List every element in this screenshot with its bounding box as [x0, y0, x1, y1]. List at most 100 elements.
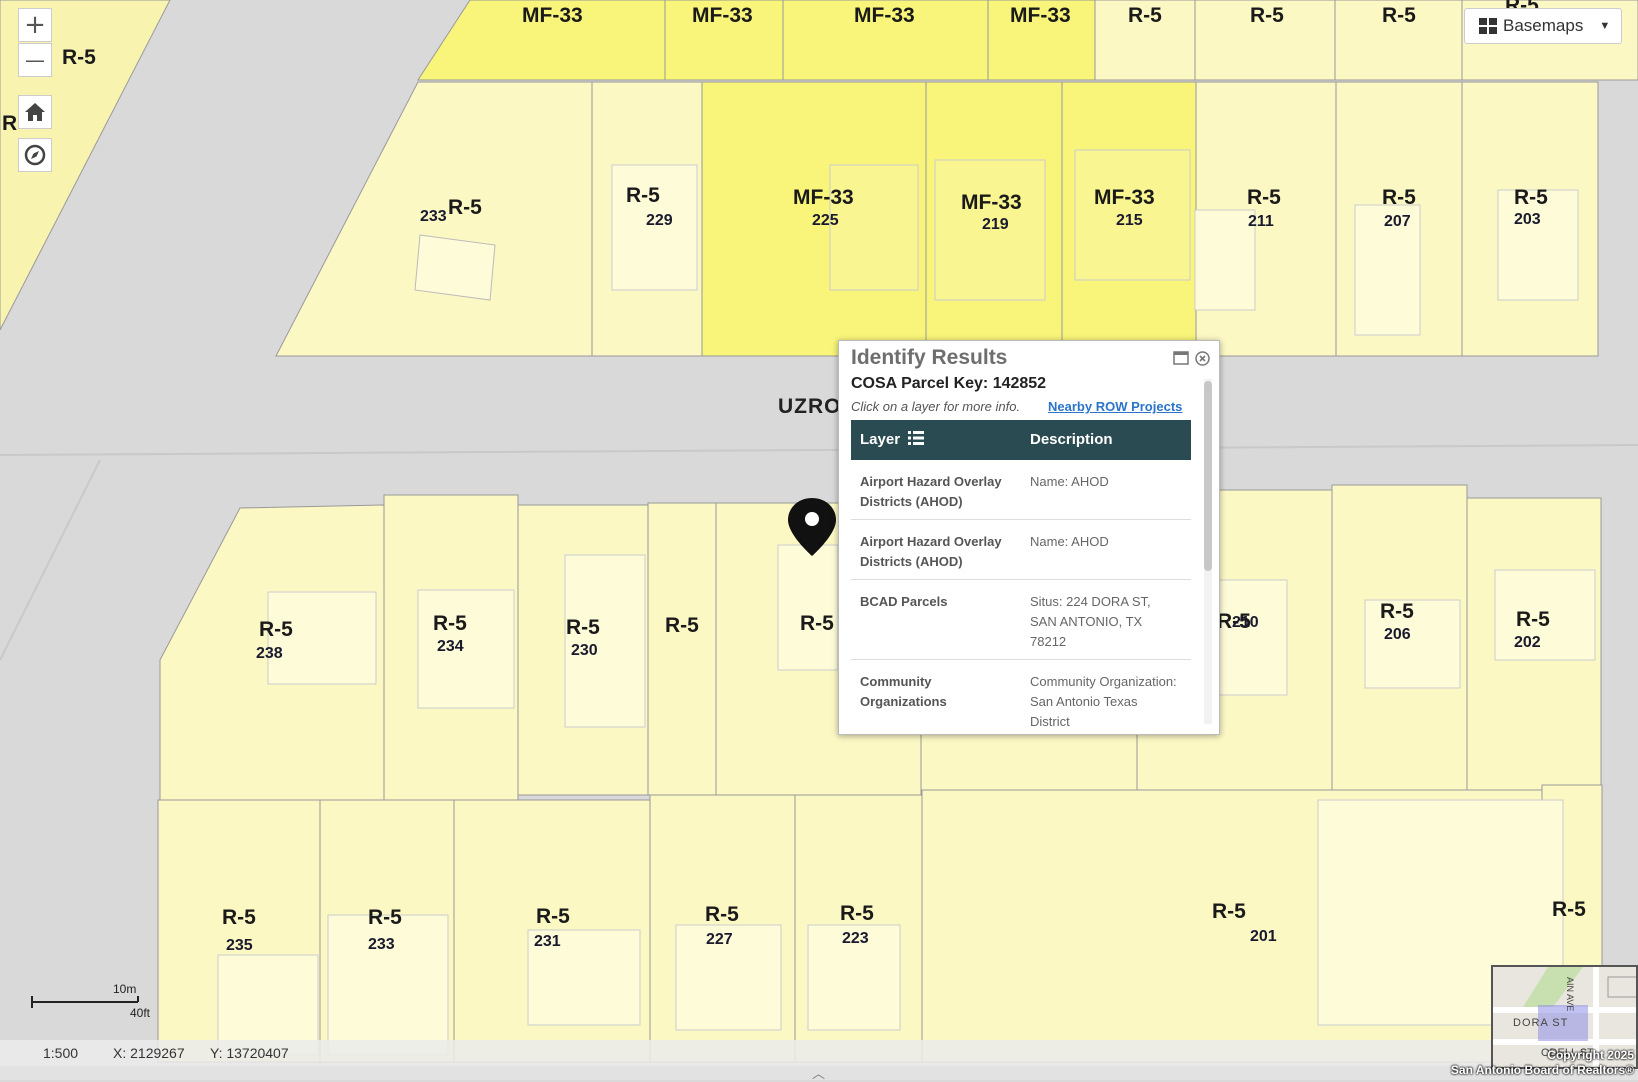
- popup-scrollbar-thumb[interactable]: [1204, 381, 1212, 571]
- description-column-header: Description: [1030, 431, 1113, 448]
- parcel-address-label: 229: [646, 212, 673, 229]
- overview-street-3: AIN AVE: [1565, 977, 1575, 1012]
- row-description: Community Organization: San Antonio Texa…: [1030, 674, 1177, 729]
- map-scale-readout: 1:500: [43, 1045, 79, 1061]
- zoning-label: MF-33: [692, 4, 753, 27]
- locate-button[interactable]: [18, 138, 52, 172]
- parcel-address-label: 227: [706, 931, 733, 948]
- home-icon: [25, 103, 45, 121]
- table-row[interactable]: Airport Hazard Overlay Districts (AHOD) …: [851, 520, 1191, 580]
- grid-icon: [1479, 18, 1497, 34]
- zoning-label: R-5: [1382, 4, 1416, 27]
- parcel-address-label: 215: [1116, 212, 1143, 229]
- row-description: Name: AHOD: [1030, 474, 1109, 489]
- copyright-notice: Copyright 2025 San Antonio Board of Real…: [1451, 1048, 1634, 1078]
- zoning-label: R-5: [259, 618, 293, 641]
- parcel-address-label: 202: [1514, 634, 1541, 651]
- parcel-address-label: 234: [437, 638, 464, 655]
- table-row[interactable]: Community Organizations Community Organi…: [851, 660, 1191, 734]
- zoning-label: MF-33: [522, 4, 583, 27]
- row-layer: BCAD Parcels: [860, 594, 948, 609]
- zoning-label: R-5: [626, 184, 660, 207]
- parcel-key: COSA Parcel Key: 142852: [851, 375, 1047, 392]
- zoning-label: MF-33: [961, 191, 1022, 214]
- parcel-address-label: 207: [1384, 213, 1411, 230]
- parcel-address-label: 235: [226, 937, 253, 954]
- table-row[interactable]: Airport Hazard Overlay Districts (AHOD) …: [851, 460, 1191, 520]
- zoning-label: R-5: [222, 906, 256, 929]
- maximize-icon[interactable]: [1173, 351, 1189, 368]
- row-layer: Airport Hazard Overlay Districts (AHOD): [860, 474, 1002, 509]
- zoning-label: R-5: [1247, 186, 1281, 209]
- scale-metric: 10m: [113, 982, 137, 996]
- zoning-label: R-5: [1380, 600, 1414, 623]
- zoom-out-button[interactable]: —: [18, 43, 52, 77]
- zoning-label: R-5: [1128, 4, 1162, 27]
- home-button[interactable]: [18, 95, 52, 129]
- zoning-label: R-5: [705, 903, 739, 926]
- zoning-label: R: [2, 112, 18, 135]
- parcel-address-label: 238: [256, 645, 283, 662]
- results-table-header: Layer Description: [851, 420, 1191, 460]
- basemaps-dropdown[interactable]: Basemaps ▼: [1464, 8, 1622, 44]
- zoning-label: MF-33: [1010, 4, 1071, 27]
- zoning-label: MF-33: [793, 186, 854, 209]
- popup-title: Identify Results: [851, 346, 1008, 369]
- layer-column-header: Layer: [860, 431, 901, 448]
- zoning-label: R-5: [1514, 186, 1548, 209]
- row-layer: Airport Hazard Overlay Districts (AHOD): [860, 534, 1002, 569]
- zoning-label: R-5: [1212, 900, 1246, 923]
- parcel-address-label: 219: [982, 216, 1009, 233]
- zoning-label: MF-33: [854, 4, 915, 27]
- zoning-label: R-5: [1382, 186, 1416, 209]
- zoning-label: R-5: [840, 902, 874, 925]
- zoom-in-button[interactable]: +: [18, 8, 52, 42]
- zoning-label: MF-33: [1094, 186, 1155, 209]
- overview-street-1: DORA ST: [1513, 1017, 1569, 1029]
- caret-down-icon: ▼: [1599, 20, 1611, 32]
- street-label: UZRO: [778, 395, 842, 418]
- close-icon[interactable]: [1195, 351, 1210, 369]
- list-icon: [908, 431, 924, 449]
- parcel-address-label: 203: [1514, 211, 1541, 228]
- nearby-row-projects-link[interactable]: Nearby ROW Projects: [1048, 399, 1182, 414]
- y-coordinate: Y: 13720407: [210, 1045, 289, 1061]
- parcel-address-label: 223: [842, 930, 869, 947]
- compass-icon: [24, 144, 46, 166]
- copyright-line-1: Copyright 2025: [1547, 1048, 1634, 1062]
- zoning-label: R-5: [1250, 4, 1284, 27]
- basemaps-label: Basemaps: [1503, 16, 1584, 35]
- zoning-label: R-5: [448, 196, 482, 219]
- parcel-address-label: 230: [571, 642, 598, 659]
- parcel-address-label: 225: [812, 212, 839, 229]
- parcel-address-label: 233: [420, 208, 447, 225]
- zoning-label: R-5: [536, 905, 570, 928]
- x-coordinate: X: 2129267: [113, 1045, 185, 1061]
- scale-imperial: 40ft: [130, 1006, 151, 1020]
- table-row[interactable]: BCAD Parcels Situs: 224 DORA ST, SAN ANT…: [851, 580, 1191, 660]
- results-table-body: Airport Hazard Overlay Districts (AHOD) …: [851, 460, 1191, 734]
- identify-results-popup: Identify Results COSA Parcel Key: 142852…: [838, 340, 1220, 735]
- popup-hint: Click on a layer for more info.: [851, 399, 1021, 414]
- parcel-address-label: 233: [368, 936, 395, 953]
- parcel-address-label: 231: [534, 933, 561, 950]
- zoning-label: R-5: [1516, 608, 1550, 631]
- parcel-address-label: 211: [1248, 213, 1274, 230]
- zoning-label: R-5: [1552, 898, 1586, 921]
- row-layer: Community Organizations: [860, 674, 947, 709]
- chevron-up-icon[interactable]: ︿: [812, 1063, 825, 1082]
- zoning-label: R-5: [433, 612, 467, 635]
- parcel-address-label: 206: [1384, 626, 1411, 643]
- copyright-line-2: San Antonio Board of Realtors®: [1450, 1063, 1634, 1077]
- zoning-label: R-5: [566, 616, 600, 639]
- zoning-label: R-5: [368, 906, 402, 929]
- bottom-panel-toggle[interactable]: ︿: [0, 1063, 1638, 1082]
- row-description: Situs: 224 DORA ST, SAN ANTONIO, TX 7821…: [1030, 594, 1151, 649]
- row-description: Name: AHOD: [1030, 534, 1109, 549]
- scale-bar: 10m 40ft: [30, 982, 156, 1029]
- parcel-address-label: 201: [1250, 928, 1277, 945]
- zoning-label: R-5: [800, 612, 834, 635]
- zoning-label: R-5: [62, 46, 96, 69]
- zoning-label: R-5: [665, 614, 699, 637]
- parcel-address-label: 210: [1232, 614, 1259, 631]
